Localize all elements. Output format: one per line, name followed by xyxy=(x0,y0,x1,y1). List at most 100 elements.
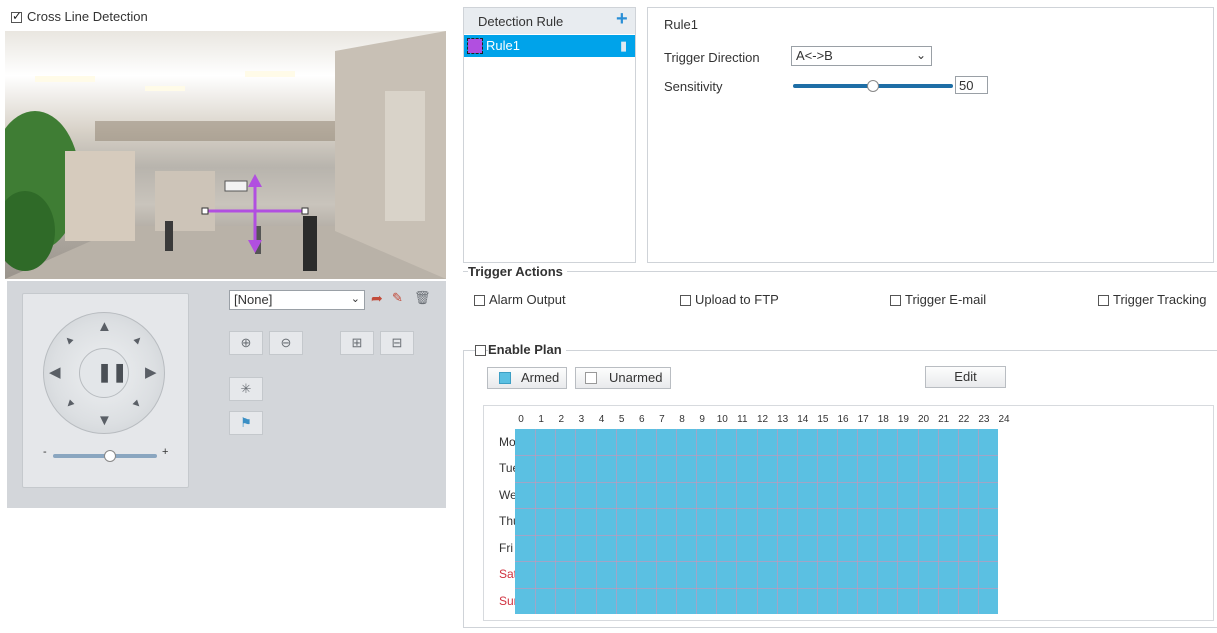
video-scene xyxy=(5,31,446,279)
hour-label: 1 xyxy=(538,414,544,425)
hour-label: 17 xyxy=(857,414,869,425)
focus-far-button[interactable]: ⊟ xyxy=(380,331,414,355)
armed-button[interactable]: Armed xyxy=(487,367,567,389)
speed-plus: + xyxy=(162,446,169,458)
edit-preset-icon[interactable]: ✎ xyxy=(392,290,403,306)
zoom-in-icon: ⊕ xyxy=(240,335,252,350)
add-rule-icon[interactable]: + xyxy=(616,8,628,31)
hour-label: 15 xyxy=(817,414,829,425)
ptz-direction-pad: ▲ ▼ ◀ ▶ ▲ ▲ ▼ ▼ ❚❚ - + xyxy=(22,293,189,488)
trigger-email-label: Trigger E-mail xyxy=(905,292,987,307)
grid-vline xyxy=(635,429,637,614)
rule-color-swatch xyxy=(467,38,483,54)
video-preview[interactable] xyxy=(5,31,446,279)
go-to-preset-icon[interactable]: ➦ xyxy=(371,290,383,307)
grid-vline xyxy=(615,429,617,614)
trigger-email-checkbox[interactable] xyxy=(890,295,901,306)
grid-vline xyxy=(776,429,778,614)
grid-vline xyxy=(877,429,879,614)
grid-hline xyxy=(515,561,998,563)
grid-vline xyxy=(595,429,597,614)
unarmed-label: Unarmed xyxy=(609,370,663,385)
grid-vline xyxy=(655,429,657,614)
down-right-icon[interactable]: ▼ xyxy=(129,396,145,412)
right-icon[interactable]: ▶ xyxy=(145,365,157,380)
wiper-button[interactable]: ✳ xyxy=(229,377,263,401)
speed-slider-handle[interactable] xyxy=(104,450,117,462)
zoom-out-icon: ⊖ xyxy=(280,335,292,350)
delete-preset-icon[interactable]: 🗑 xyxy=(414,290,431,306)
down-icon[interactable]: ▼ xyxy=(97,413,112,428)
grid-hline xyxy=(515,455,998,457)
grid-vline xyxy=(957,429,959,614)
grid-vline xyxy=(857,429,859,614)
enable-plan-checkbox[interactable] xyxy=(475,345,486,356)
day-label: Fri xyxy=(499,540,513,555)
grid-vline xyxy=(937,429,939,614)
hour-label: 4 xyxy=(598,414,605,425)
trigger-tracking-checkbox[interactable] xyxy=(1098,295,1109,306)
unarmed-swatch xyxy=(585,372,597,384)
down-left-icon[interactable]: ▼ xyxy=(62,396,78,412)
alarm-output-checkbox[interactable] xyxy=(474,295,485,306)
trigger-direction-select[interactable]: A<->B ⌄ xyxy=(791,46,932,66)
hour-label: 23 xyxy=(978,414,990,425)
zoom-in-button[interactable]: ⊕ xyxy=(229,331,263,355)
schedule-grid[interactable] xyxy=(515,429,998,614)
hour-label: 12 xyxy=(756,414,769,425)
focus-near-button[interactable]: ⊞ xyxy=(340,331,374,355)
hour-label: 21 xyxy=(938,414,950,425)
hour-label: 8 xyxy=(679,414,685,425)
grid-vline xyxy=(977,429,979,614)
rule-detail-title: Rule1 xyxy=(664,17,698,32)
left-icon[interactable]: ◀ xyxy=(49,365,61,380)
detection-rule-list: Detection Rule + Rule1 ▮ xyxy=(463,7,636,263)
pause-button[interactable]: ❚❚ xyxy=(79,348,129,398)
chevron-down-icon: ⌄ xyxy=(915,48,926,62)
trigger-direction-label: Trigger Direction xyxy=(664,50,760,65)
hour-label: 11 xyxy=(737,414,748,425)
cross-line-detection-checkbox[interactable] xyxy=(11,9,22,23)
light-icon: ⚑ xyxy=(240,415,252,430)
hour-label: 2 xyxy=(558,414,565,425)
ptz-panel: ▲ ▼ ◀ ▶ ▲ ▲ ▼ ▼ ❚❚ - + [None] ⌄ ➦ ✎ 🗑 ⊕ … xyxy=(7,281,446,508)
plan-border-left xyxy=(463,350,464,628)
hour-label: 24 xyxy=(998,414,1010,425)
grid-vline xyxy=(676,429,677,614)
grid-vline xyxy=(555,429,557,614)
up-right-icon[interactable]: ▲ xyxy=(130,332,146,348)
zoom-out-button[interactable]: ⊖ xyxy=(269,331,303,355)
hour-label: 0 xyxy=(518,414,524,425)
focus-far-icon: ⊟ xyxy=(391,335,403,350)
grid-vline xyxy=(837,429,838,614)
edit-plan-button[interactable]: Edit xyxy=(925,366,1006,388)
grid-vline xyxy=(917,429,919,614)
grid-vline xyxy=(816,429,818,614)
alarm-output-label: Alarm Output xyxy=(489,292,566,307)
rule-list-header: Detection Rule + xyxy=(464,8,635,34)
direction-ring: ▲ ▼ ◀ ▶ ▲ ▲ ▼ ▼ ❚❚ xyxy=(43,312,165,434)
hour-label: 22 xyxy=(958,414,970,425)
hour-label: 5 xyxy=(618,414,625,425)
hour-label: 7 xyxy=(659,414,665,425)
trigger-tracking-label: Trigger Tracking xyxy=(1113,292,1207,307)
delete-rule-icon[interactable]: ▮ xyxy=(620,38,627,54)
unarmed-button[interactable]: Unarmed xyxy=(575,367,671,389)
plan-divider xyxy=(463,350,1217,351)
edit-plan-label: Edit xyxy=(954,369,977,384)
rule-list-title: Detection Rule xyxy=(478,14,564,29)
upload-ftp-checkbox[interactable] xyxy=(680,295,691,306)
rule-detail-panel: Rule1 Trigger Direction A<->B ⌄ Sensitiv… xyxy=(647,7,1214,263)
upload-ftp-label: Upload to FTP xyxy=(695,292,779,307)
preset-select[interactable]: [None] ⌄ xyxy=(229,290,365,310)
grid-vline xyxy=(897,429,899,614)
sensitivity-slider-handle[interactable] xyxy=(867,80,879,92)
sensitivity-input[interactable]: 50 xyxy=(955,76,988,94)
light-button[interactable]: ⚑ xyxy=(229,411,263,435)
up-left-icon[interactable]: ▲ xyxy=(61,332,77,348)
up-icon[interactable]: ▲ xyxy=(97,319,112,334)
rule-item[interactable]: Rule1 ▮ xyxy=(464,35,635,57)
plan-border-bottom xyxy=(463,627,1217,628)
grid-vline xyxy=(736,429,738,614)
trigger-direction-value: A<->B xyxy=(796,48,833,63)
